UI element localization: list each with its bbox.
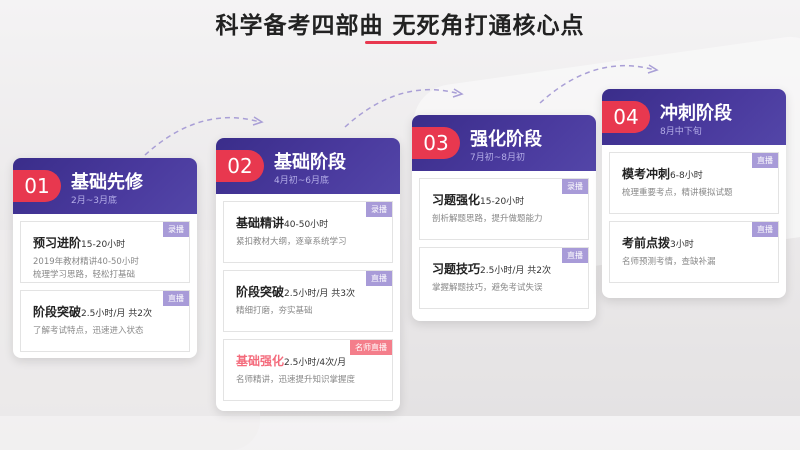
course-title: 习题技巧 — [432, 262, 481, 276]
course-desc: 梳理重要考点，精讲模拟试题 — [622, 187, 778, 200]
stage-date: 4月初~6月底 — [274, 176, 329, 186]
course-desc: 名师预测考情，查缺补漏 — [622, 256, 778, 269]
stage-number: 02 — [216, 150, 264, 182]
course-item[interactable]: 录播 预习进阶15-20小时 2019年教材精讲40-50小时 梳理学习思路，轻松… — [20, 221, 190, 283]
course-title: 基础强化 — [236, 354, 285, 368]
stage-number: 03 — [412, 127, 460, 159]
course-type-badge: 直播 — [752, 222, 778, 237]
stage-name: 基础先修 — [71, 172, 143, 193]
course-title: 模考冲刺 — [622, 167, 671, 181]
stage-name: 冲刺阶段 — [660, 103, 732, 124]
stage-name: 强化阶段 — [470, 129, 542, 150]
course-meta: 2.5小时/月 共2次 — [81, 309, 152, 319]
course-item[interactable]: 直播 阶段突破2.5小时/月 共3次 精细打磨，夯实基础 — [223, 270, 393, 332]
course-item[interactable]: 直播 考前点拨3小时 名师预测考情，查缺补漏 — [609, 221, 779, 283]
course-desc-line: 梳理重要考点，精讲模拟试题 — [622, 188, 733, 198]
course-desc-line: 梳理学习思路，轻松打基础 — [33, 270, 136, 280]
course-title: 考前点拨 — [622, 236, 671, 250]
course-desc-line: 2019年教材精讲40-50小时 — [33, 257, 139, 267]
course-title: 阶段突破 — [33, 305, 82, 319]
course-meta: 2.5小时/4次/月 — [284, 358, 347, 368]
course-desc-line: 名师预测考情，查缺补漏 — [622, 257, 716, 267]
stage-header: 03 强化阶段 7月初~8月初 — [412, 115, 596, 171]
course-title: 习题强化 — [432, 193, 481, 207]
course-type-badge: 直播 — [562, 248, 588, 263]
course-desc-line: 了解考试特点，迅速进入状态 — [33, 326, 144, 336]
course-type-badge: 录播 — [562, 179, 588, 194]
course-desc-line: 名师精讲，迅速提升知识掌握度 — [236, 375, 356, 385]
stage-card-02: 02 基础阶段 4月初~6月底 录播 基础精讲40-50小时 紧扣教材大纲，逐章… — [216, 138, 400, 411]
course-title: 阶段突破 — [236, 285, 285, 299]
stage-number: 01 — [13, 170, 61, 202]
course-type-badge: 录播 — [366, 202, 392, 217]
course-desc: 掌握解题技巧，避免考试失误 — [432, 282, 588, 295]
course-item[interactable]: 直播 阶段突破2.5小时/月 共2次 了解考试特点，迅速进入状态 — [20, 290, 190, 352]
stage-date: 8月中下旬 — [660, 127, 702, 137]
course-item[interactable]: 录播 基础精讲40-50小时 紧扣教材大纲，逐章系统学习 — [223, 201, 393, 263]
course-item[interactable]: 直播 习题技巧2.5小时/月 共2次 掌握解题技巧，避免考试失误 — [419, 247, 589, 309]
course-title: 预习进阶 — [33, 236, 82, 250]
course-desc-line: 掌握解题技巧，避免考试失误 — [432, 283, 543, 293]
stage-name: 基础阶段 — [274, 152, 346, 173]
course-desc: 剖析解题思路，提升做题能力 — [432, 213, 588, 226]
title-underline — [365, 41, 437, 44]
course-type-badge: 名师直播 — [350, 340, 392, 355]
course-desc: 紧扣教材大纲，逐章系统学习 — [236, 236, 392, 249]
course-desc-line: 剖析解题思路，提升做题能力 — [432, 214, 543, 224]
course-desc-line: 精细打磨，夯实基础 — [236, 306, 313, 316]
stage-card-03: 03 强化阶段 7月初~8月初 录播 习题强化15-20小时 剖析解题思路，提升… — [412, 115, 596, 321]
course-item[interactable]: 录播 习题强化15-20小时 剖析解题思路，提升做题能力 — [419, 178, 589, 240]
stage-date: 2月~3月底 — [71, 196, 117, 206]
course-type-badge: 直播 — [366, 271, 392, 286]
course-item[interactable]: 名师直播 基础强化2.5小时/4次/月 名师精讲，迅速提升知识掌握度 — [223, 339, 393, 401]
stage-number: 04 — [602, 101, 650, 133]
stage-header: 04 冲刺阶段 8月中下旬 — [602, 89, 786, 145]
course-meta: 6-8小时 — [670, 171, 703, 181]
course-item[interactable]: 直播 模考冲刺6-8小时 梳理重要考点，精讲模拟试题 — [609, 152, 779, 214]
course-desc: 精细打磨，夯实基础 — [236, 305, 392, 318]
course-type-badge: 直播 — [752, 153, 778, 168]
course-desc-line: 紧扣教材大纲，逐章系统学习 — [236, 237, 347, 247]
course-desc: 了解考试特点，迅速进入状态 — [33, 325, 189, 338]
stage-header: 02 基础阶段 4月初~6月底 — [216, 138, 400, 194]
stage-card-01: 01 基础先修 2月~3月底 录播 预习进阶15-20小时 2019年教材精讲4… — [13, 158, 197, 358]
stage-date: 7月初~8月初 — [470, 153, 525, 163]
course-meta: 40-50小时 — [284, 220, 329, 230]
page-title: 科学备考四部曲 无死角打通核心点 — [215, 13, 585, 39]
course-type-badge: 录播 — [163, 222, 189, 237]
course-meta: 15-20小时 — [81, 240, 126, 250]
course-title: 基础精讲 — [236, 216, 285, 230]
course-meta: 2.5小时/月 共2次 — [480, 266, 551, 276]
course-meta: 3小时 — [670, 240, 694, 250]
course-desc: 名师精讲，迅速提升知识掌握度 — [236, 374, 392, 387]
course-meta: 2.5小时/月 共3次 — [284, 289, 355, 299]
stage-header: 01 基础先修 2月~3月底 — [13, 158, 197, 214]
course-type-badge: 直播 — [163, 291, 189, 306]
stage-card-04: 04 冲刺阶段 8月中下旬 直播 模考冲刺6-8小时 梳理重要考点，精讲模拟试题… — [602, 89, 786, 298]
course-desc: 2019年教材精讲40-50小时 梳理学习思路，轻松打基础 — [33, 256, 189, 282]
course-meta: 15-20小时 — [480, 197, 525, 207]
